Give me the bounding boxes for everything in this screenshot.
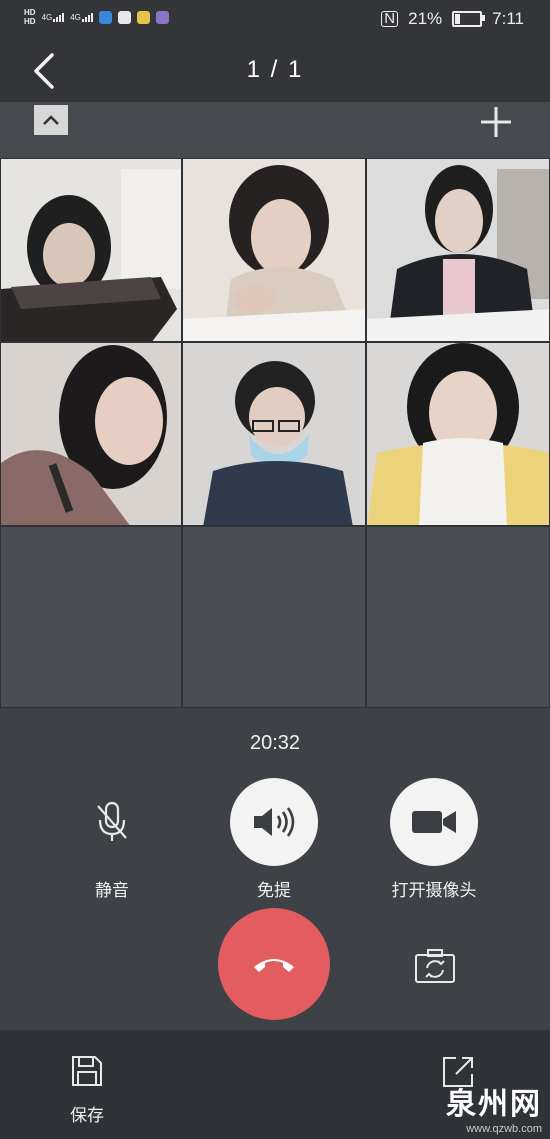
status-left: HD HD 4G 4G — [24, 8, 169, 26]
status-right: N 21% 7:11 — [381, 9, 524, 29]
mute-icon-wrap — [68, 778, 156, 866]
watermark-url: www.qzwb.com — [466, 1123, 542, 1135]
speaker-circle — [230, 778, 318, 866]
nfc-icon: N — [381, 11, 399, 27]
title-bar: 1 / 1 — [0, 40, 550, 102]
bottom-bar: 保存 泉州网 www.qzwb.com — [0, 1030, 550, 1139]
empty-video-slot — [0, 526, 182, 708]
save-button[interactable]: 保存 — [70, 1054, 104, 1126]
add-participant-button[interactable] — [478, 104, 514, 140]
watermark: 泉州网 www.qzwb.com — [446, 1079, 542, 1135]
empty-video-slot — [366, 526, 550, 708]
participant-video — [183, 159, 365, 341]
page-title: 1 / 1 — [246, 56, 304, 83]
call-duration: 20:32 — [249, 732, 301, 754]
participant-toolbar — [0, 102, 550, 158]
signal-icon: 4G — [42, 12, 65, 22]
video-camera-icon — [412, 811, 456, 833]
hang-up-button[interactable] — [218, 908, 330, 1020]
camera-circle — [390, 778, 478, 866]
call-controls: 20:32 静音 免提 打开摄像头 — [0, 708, 550, 1030]
participant-video — [1, 343, 181, 525]
status-bar: HD HD 4G 4G N 21% 7:11 — [0, 0, 550, 40]
participant-video — [1, 159, 181, 341]
participant-video-tile[interactable] — [0, 342, 182, 526]
speaker-label: 免提 — [257, 881, 291, 900]
camera-button[interactable]: 打开摄像头 — [374, 778, 494, 901]
mic-off-icon — [97, 801, 127, 841]
app-notification-icon — [98, 10, 112, 24]
switch-camera-button[interactable] — [414, 948, 456, 984]
plus-icon — [481, 107, 511, 137]
participant-video-tile[interactable] — [182, 342, 366, 526]
save-label: 保存 — [70, 1106, 104, 1125]
clock: 7:11 — [492, 9, 524, 28]
battery-level — [455, 14, 461, 24]
speaker-button[interactable]: 免提 — [230, 778, 318, 901]
chevron-up-icon — [43, 115, 59, 125]
speaker-icon — [254, 807, 295, 837]
participant-video-tile[interactable] — [366, 158, 550, 342]
battery-percent: 21% — [408, 9, 443, 28]
signal-icon: 4G — [70, 12, 93, 22]
hd-badge: HD — [24, 8, 36, 17]
empty-video-slot — [182, 526, 366, 708]
hd-badge: HD — [24, 17, 36, 26]
watermark-name: 泉州网 — [446, 1087, 542, 1122]
phone-hangup-icon — [254, 959, 294, 972]
collapse-button[interactable] — [34, 105, 68, 135]
video-grid — [0, 158, 550, 708]
participant-video — [367, 159, 549, 341]
mute-label: 静音 — [95, 881, 129, 900]
app-notification-icon — [155, 10, 169, 24]
participant-video-tile[interactable] — [182, 158, 366, 342]
participant-video — [183, 343, 365, 525]
participant-video-tile[interactable] — [0, 158, 182, 342]
hd-badges: HD HD — [24, 8, 36, 26]
app-notification-icon — [117, 10, 131, 24]
camera-label: 打开摄像头 — [391, 881, 477, 900]
battery-icon — [452, 11, 486, 27]
camera-switch-icon — [415, 949, 455, 983]
mute-button[interactable]: 静音 — [68, 778, 156, 901]
floppy-icon — [72, 1056, 102, 1086]
participant-video — [367, 343, 549, 525]
participant-video-tile[interactable] — [366, 342, 550, 526]
app-notification-icon — [136, 10, 150, 24]
